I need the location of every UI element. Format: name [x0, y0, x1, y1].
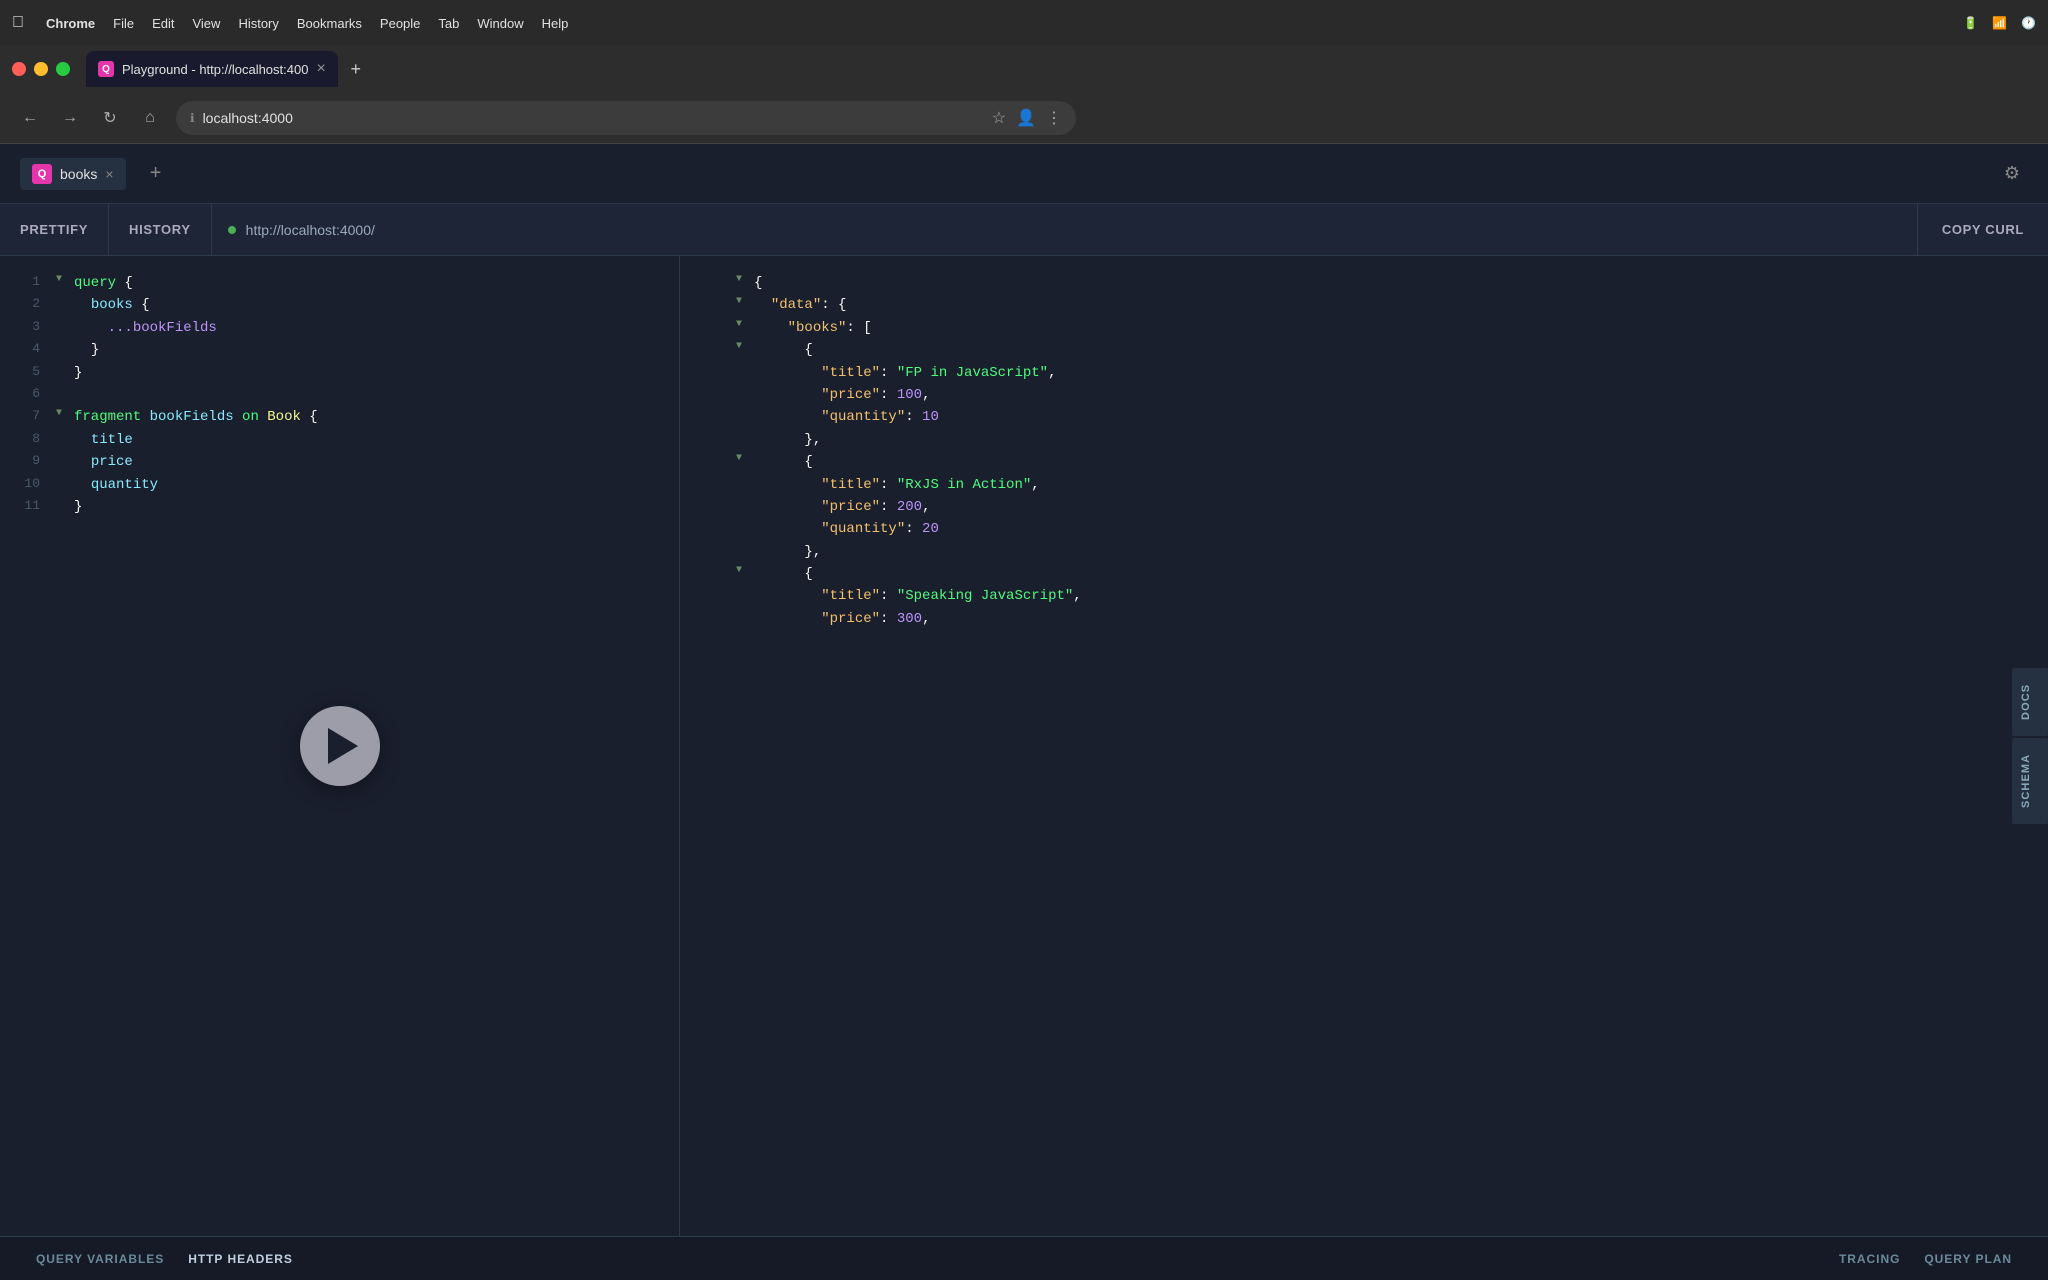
active-query-tab[interactable]: Q books × — [20, 158, 126, 190]
address-bar[interactable]: ℹ localhost:4000 ☆ 👤 ⋮ — [176, 101, 1076, 135]
minimize-window-btn[interactable] — [34, 62, 48, 76]
address-bar-right: ☆ 👤 ⋮ — [992, 108, 1062, 128]
execute-query-button[interactable] — [300, 706, 380, 786]
json-line-6: "price": 100, — [680, 384, 2048, 406]
people-menu[interactable]: People — [380, 16, 420, 31]
json-line-16: "price": 300, — [680, 608, 2048, 630]
json-line-10: "title": "RxJS in Action", — [680, 474, 2048, 496]
tab-close-btn[interactable]: × — [316, 60, 325, 78]
code-line-5: 5 } — [0, 362, 679, 384]
history-button[interactable]: HISTORY — [109, 204, 212, 255]
add-query-tab-btn[interactable]: + — [142, 160, 170, 188]
fullscreen-window-btn[interactable] — [56, 62, 70, 76]
json-line-2: ▼ "data": { — [680, 294, 2048, 316]
home-button[interactable]: ⌂ — [136, 104, 164, 132]
code-line-4: 4 } — [0, 339, 679, 361]
json-line-8: }, — [680, 429, 2048, 451]
code-line-1: 1 ▼ query { — [0, 272, 679, 294]
profile-btn[interactable]: 👤 — [1016, 108, 1036, 128]
code-line-7: 7 ▼ fragment bookFields on Book { — [0, 406, 679, 428]
bottom-bar: QUERY VARIABLES HTTP HEADERS TRACING QUE… — [0, 1236, 2048, 1280]
editor-area: 1 ▼ query { 2 books { 3 ...bookFields 4 — [0, 256, 2048, 1236]
json-line-13: }, — [680, 541, 2048, 563]
json-line-9: ▼ { — [680, 451, 2048, 473]
chrome-tab-active[interactable]: Q Playground - http://localhost:400 × — [86, 51, 338, 87]
settings-button[interactable]: ⚙ — [1996, 158, 2028, 190]
close-window-btn[interactable] — [12, 62, 26, 76]
json-line-3: ▼ "books": [ — [680, 317, 2048, 339]
mac-menubar:  Chrome File Edit View History Bookmark… — [0, 0, 2048, 46]
json-line-12: "quantity": 20 — [680, 518, 2048, 540]
code-line-3: 3 ...bookFields — [0, 317, 679, 339]
query-tab-close[interactable]: × — [105, 166, 113, 182]
json-line-1: ▼ { — [680, 272, 2048, 294]
battery-icon: 🔋 — [1963, 16, 1978, 30]
endpoint-url-text: http://localhost:4000/ — [246, 222, 375, 238]
http-headers-btn[interactable]: HTTP HEADERS — [176, 1252, 305, 1266]
help-menu[interactable]: Help — [542, 16, 569, 31]
back-button[interactable]: ← — [16, 104, 44, 132]
prettify-button[interactable]: PRETTIFY — [0, 204, 109, 255]
code-line-8: 8 title — [0, 429, 679, 451]
play-icon — [328, 728, 358, 764]
clock-icon: 🕐 — [2021, 16, 2036, 30]
code-line-2: 2 books { — [0, 294, 679, 316]
docs-tab[interactable]: DOCS — [2012, 668, 2048, 736]
json-line-4: ▼ { — [680, 339, 2048, 361]
code-line-6: 6 — [0, 384, 679, 406]
edit-menu[interactable]: Edit — [152, 16, 174, 31]
bookmarks-menu[interactable]: Bookmarks — [297, 16, 362, 31]
view-menu[interactable]: View — [192, 16, 220, 31]
wifi-icon: 📶 — [1992, 16, 2007, 30]
query-plan-btn[interactable]: QUERY PLAN — [1912, 1252, 2024, 1266]
history-menu[interactable]: History — [238, 16, 278, 31]
reload-button[interactable]: ↻ — [96, 104, 124, 132]
json-line-14: ▼ { — [680, 563, 2048, 585]
json-line-7: "quantity": 10 — [680, 406, 2048, 428]
chrome-tabbar: Q Playground - http://localhost:400 × + — [0, 46, 2048, 92]
file-menu[interactable]: File — [113, 16, 134, 31]
response-editor: ▼ { ▼ "data": { ▼ "books": [ ▼ — [680, 256, 2048, 646]
chrome-addressbar: ← → ↻ ⌂ ℹ localhost:4000 ☆ 👤 ⋮ — [0, 92, 2048, 144]
apple-menu[interactable]:  — [12, 14, 24, 32]
playground-toolbar: Q books × + ⚙ — [0, 144, 2048, 204]
play-button-container — [300, 706, 380, 786]
mac-status-bar: 🔋 📶 🕐 — [1963, 16, 2036, 30]
side-tabs: DOCS SCHEMA — [2012, 668, 2048, 824]
window-menu[interactable]: Window — [477, 16, 523, 31]
query-editor-panel[interactable]: 1 ▼ query { 2 books { 3 ...bookFields 4 — [0, 256, 680, 1236]
graphql-playground: Q books × + ⚙ PRETTIFY HISTORY http://lo… — [0, 144, 2048, 1280]
chrome-menu-btn[interactable]: ⋮ — [1046, 108, 1062, 128]
code-line-11: 11 } — [0, 496, 679, 518]
query-variables-btn[interactable]: QUERY VARIABLES — [24, 1252, 176, 1266]
connection-status-dot — [228, 226, 236, 234]
query-tab-label: books — [60, 166, 97, 182]
traffic-lights — [12, 62, 70, 76]
json-line-5: "title": "FP in JavaScript", — [680, 362, 2048, 384]
endpoint-url-bar[interactable]: http://localhost:4000/ — [212, 204, 1918, 255]
response-panel: ▼ { ▼ "data": { ▼ "books": [ ▼ — [680, 256, 2048, 1236]
tab-menu[interactable]: Tab — [438, 16, 459, 31]
security-icon: ℹ — [190, 111, 195, 125]
tab-favicon: Q — [98, 61, 114, 77]
json-line-15: "title": "Speaking JavaScript", — [680, 585, 2048, 607]
bottom-right-btns: TRACING QUERY PLAN — [1827, 1252, 2024, 1266]
code-line-10: 10 quantity — [0, 474, 679, 496]
tab-title: Playground - http://localhost:400 — [122, 62, 308, 77]
query-editor[interactable]: 1 ▼ query { 2 books { 3 ...bookFields 4 — [0, 256, 679, 534]
query-tab-icon: Q — [32, 164, 52, 184]
forward-button[interactable]: → — [56, 104, 84, 132]
schema-tab[interactable]: SCHEMA — [2012, 738, 2048, 824]
bookmark-btn[interactable]: ☆ — [992, 108, 1006, 128]
url-text: localhost:4000 — [203, 110, 293, 126]
query-bar: PRETTIFY HISTORY http://localhost:4000/ … — [0, 204, 2048, 256]
json-line-11: "price": 200, — [680, 496, 2048, 518]
code-line-9: 9 price — [0, 451, 679, 473]
tracing-btn[interactable]: TRACING — [1827, 1252, 1912, 1266]
new-tab-button[interactable]: + — [342, 55, 370, 83]
copy-curl-button[interactable]: COPY CURL — [1918, 204, 2048, 255]
chrome-menu[interactable]: Chrome — [46, 16, 95, 31]
